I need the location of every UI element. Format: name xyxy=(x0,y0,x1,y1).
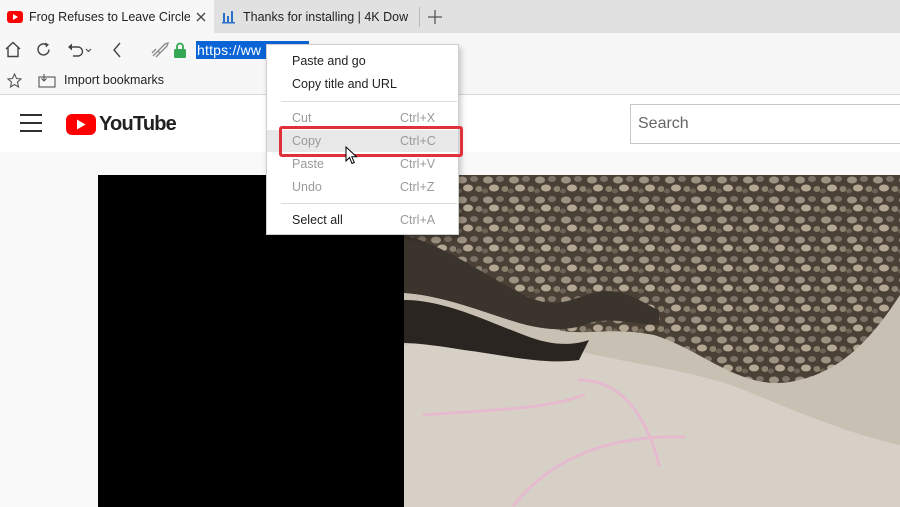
home-button[interactable] xyxy=(0,33,26,66)
plus-icon xyxy=(428,9,442,24)
menu-separator xyxy=(281,203,457,204)
menu-item-select-all[interactable]: Select all Ctrl+A xyxy=(267,209,458,231)
home-icon xyxy=(5,41,21,58)
new-tab-button[interactable] xyxy=(420,0,450,33)
tab-title: Frog Refuses to Leave Circle - xyxy=(29,9,190,24)
rocket-turbo-icon[interactable] xyxy=(150,40,170,60)
import-bookmarks-label: Import bookmarks xyxy=(64,73,165,87)
lock-icon[interactable] xyxy=(170,40,190,60)
frog-video-frame-image xyxy=(404,175,900,507)
tab-4k-download[interactable]: Thanks for installing | 4K Dow xyxy=(214,0,419,33)
youtube-favicon-icon xyxy=(7,9,23,25)
youtube-wordmark: YouTube xyxy=(99,112,177,135)
youtube-play-icon xyxy=(66,113,96,135)
mouse-cursor-icon xyxy=(345,146,358,165)
tab-frog-video[interactable]: Frog Refuses to Leave Circle - xyxy=(0,0,214,33)
address-bar[interactable]: https://ww iPzIlx0 xyxy=(150,33,900,66)
menu-item-undo[interactable]: Undo Ctrl+Z xyxy=(267,176,458,198)
tab-title: Thanks for installing | 4K Dow xyxy=(243,9,409,24)
undo-icon xyxy=(68,43,92,57)
menu-icon[interactable] xyxy=(20,114,42,132)
menu-separator xyxy=(281,101,457,102)
close-icon[interactable] xyxy=(194,10,208,24)
menu-item-paste-and-go[interactable]: Paste and go xyxy=(267,50,458,72)
tab-strip: Frog Refuses to Leave Circle - Thanks fo… xyxy=(0,0,900,33)
reload-button[interactable] xyxy=(26,33,60,66)
video-frame xyxy=(404,175,900,507)
search-box[interactable] xyxy=(630,104,900,144)
reload-icon xyxy=(36,42,50,56)
4k-download-favicon-icon xyxy=(221,9,237,25)
undo-close-tab-button[interactable] xyxy=(60,33,100,66)
import-icon xyxy=(38,72,56,88)
search-input[interactable] xyxy=(638,115,900,133)
copy-highlight-annotation xyxy=(279,126,463,157)
youtube-logo[interactable]: YouTube xyxy=(66,112,177,136)
star-icon[interactable] xyxy=(0,66,28,95)
import-bookmarks-item[interactable]: Import bookmarks xyxy=(38,72,164,88)
back-arrow-icon xyxy=(113,42,121,57)
video-player[interactable] xyxy=(98,175,900,507)
menu-item-copy-title-and-url[interactable]: Copy title and URL xyxy=(267,73,458,95)
back-button[interactable] xyxy=(100,33,134,66)
